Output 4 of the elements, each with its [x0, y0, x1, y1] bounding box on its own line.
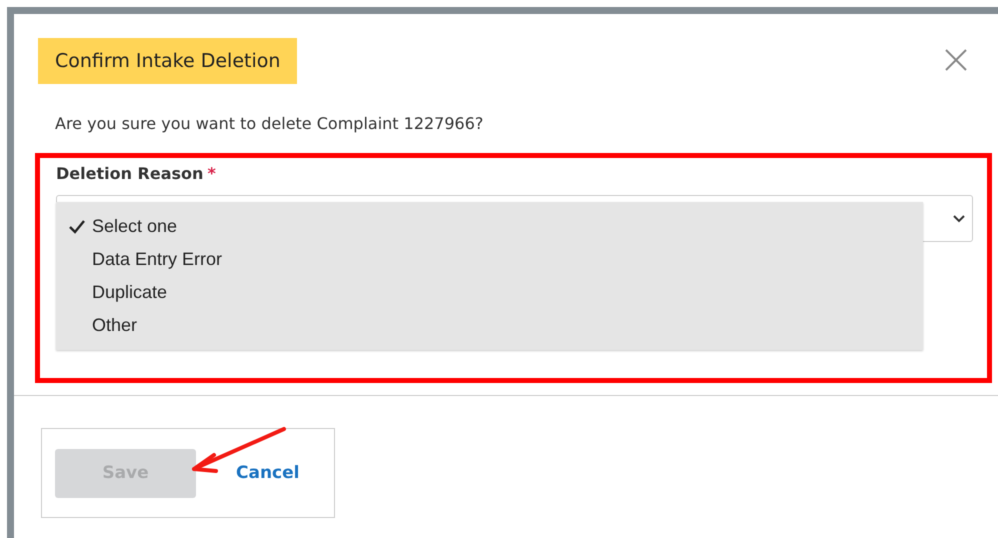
field-label: Deletion Reason * [56, 164, 217, 183]
required-mark: * [207, 164, 216, 183]
confirmation-message: Are you sure you want to delete Complaint 1227966? [55, 114, 484, 133]
dialog-title: Confirm Intake Deletion [38, 38, 298, 84]
